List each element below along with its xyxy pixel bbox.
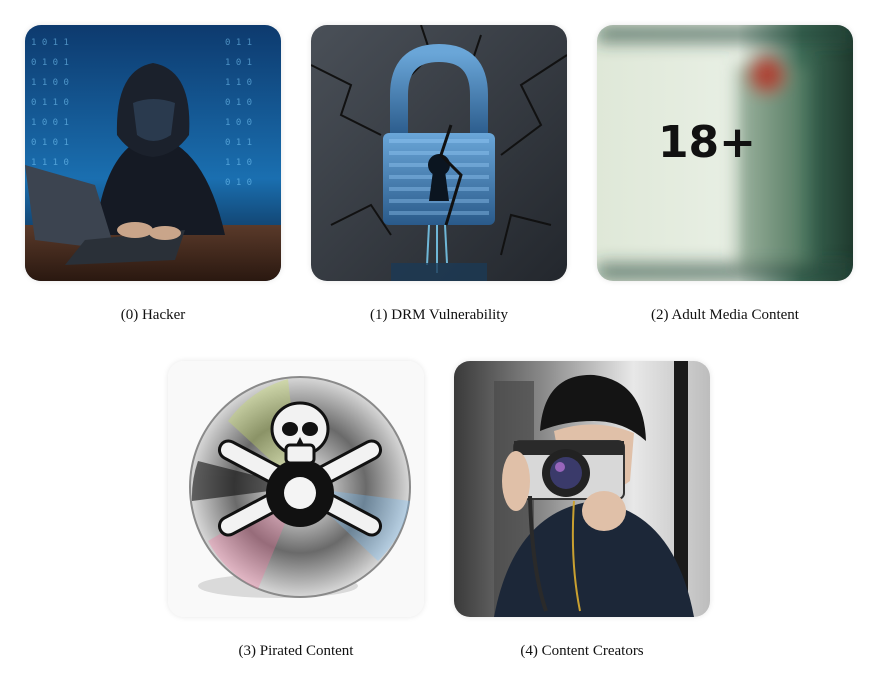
svg-text:0 1 0: 0 1 0 xyxy=(225,98,252,108)
svg-text:1 0 1: 1 0 1 xyxy=(225,58,252,68)
caption-content-creators: (4) Content Creators xyxy=(520,643,644,659)
svg-text:1 0 0 1: 1 0 0 1 xyxy=(31,118,69,128)
svg-text:1 1 0: 1 1 0 xyxy=(225,158,252,168)
broken-padlock-image[interactable] xyxy=(311,25,567,281)
adult-content-image[interactable]: 18+ xyxy=(597,25,853,281)
svg-text:0 1 1: 0 1 1 xyxy=(225,38,252,48)
image-grid: 1 0 1 1 0 1 0 1 1 1 0 0 0 1 1 0 1 0 0 1 0 1… xyxy=(0,0,878,692)
caption-drm-vulnerability: (1) DRM Vulnerability xyxy=(370,307,508,323)
svg-text:1 0 1 1: 1 0 1 1 xyxy=(31,38,69,48)
pirate-disc-image[interactable] xyxy=(168,361,424,617)
broken-padlock-icon xyxy=(311,25,567,281)
adult-content-icon: 18+ xyxy=(597,25,853,281)
hacker-icon: 1 0 1 1 0 1 0 1 1 1 0 0 0 1 1 0 1 0 0 1 0 1… xyxy=(25,25,281,281)
svg-text:0 1 0 1: 0 1 0 1 xyxy=(31,138,69,148)
svg-text:1 1 1 0: 1 1 1 0 xyxy=(31,158,69,168)
photographer-icon xyxy=(454,361,710,617)
svg-text:0 1 0 1: 0 1 0 1 xyxy=(31,58,69,68)
caption-adult-media-content: (2) Adult Media Content xyxy=(651,307,799,323)
age-rating-label: 18+ xyxy=(658,117,756,168)
svg-text:0 1 1: 0 1 1 xyxy=(225,138,252,148)
caption-pirated-content: (3) Pirated Content xyxy=(238,643,354,659)
svg-text:1 1 0: 1 1 0 xyxy=(225,78,252,88)
pirate-disc-icon xyxy=(168,361,424,617)
photographer-image[interactable] xyxy=(454,361,710,617)
svg-text:1 1 0 0: 1 1 0 0 xyxy=(31,78,69,88)
svg-text:0 1 0: 0 1 0 xyxy=(225,178,252,188)
caption-hacker: (0) Hacker xyxy=(120,307,186,323)
svg-text:1 0 0: 1 0 0 xyxy=(225,118,252,128)
svg-text:0 1 1 0: 0 1 1 0 xyxy=(31,98,69,108)
hacker-image[interactable]: 1 0 1 1 0 1 0 1 1 1 0 0 0 1 1 0 1 0 0 1 0 1… xyxy=(25,25,281,281)
